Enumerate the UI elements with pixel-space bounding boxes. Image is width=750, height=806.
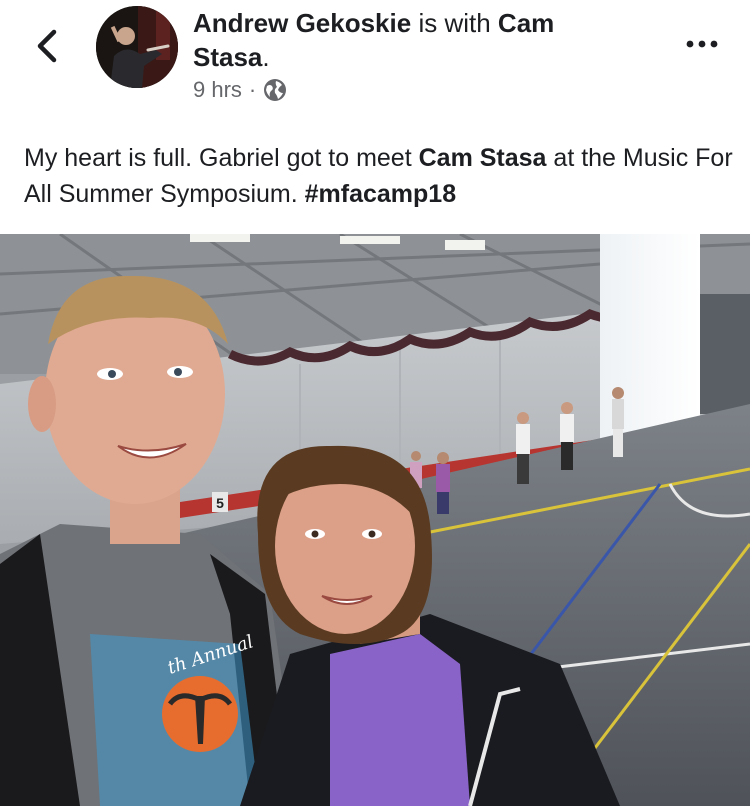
with-text: is with <box>418 8 491 38</box>
court-number: 5 <box>216 495 224 511</box>
avatar[interactable] <box>96 6 178 88</box>
post-header: Andrew Gekoskie is with Cam Stasa. 9 hrs… <box>0 0 750 120</box>
post-timestamp[interactable]: 9 hrs <box>193 77 242 103</box>
author-line-period: . <box>262 42 270 72</box>
author-name[interactable]: Andrew Gekoskie <box>193 8 411 38</box>
globe-icon <box>264 79 287 101</box>
post-text: My heart is full. Gabriel got to meet Ca… <box>24 140 734 212</box>
chevron-left-icon[interactable] <box>30 24 66 68</box>
post-author-line: Andrew Gekoskie is with Cam Stasa. <box>193 6 623 74</box>
post-meta: 9 hrs · <box>193 77 287 103</box>
avatar-image <box>96 6 178 88</box>
post-text-part1: My heart is full. Gabriel got to meet <box>24 144 419 172</box>
more-horizontal-icon[interactable] <box>684 34 720 54</box>
meta-separator: · <box>248 77 257 102</box>
hashtag-link[interactable]: #mfacamp18 <box>305 180 456 208</box>
post-photo[interactable]: 5 th Annual <box>0 234 750 806</box>
mention-link[interactable]: Cam Stasa <box>419 144 547 172</box>
